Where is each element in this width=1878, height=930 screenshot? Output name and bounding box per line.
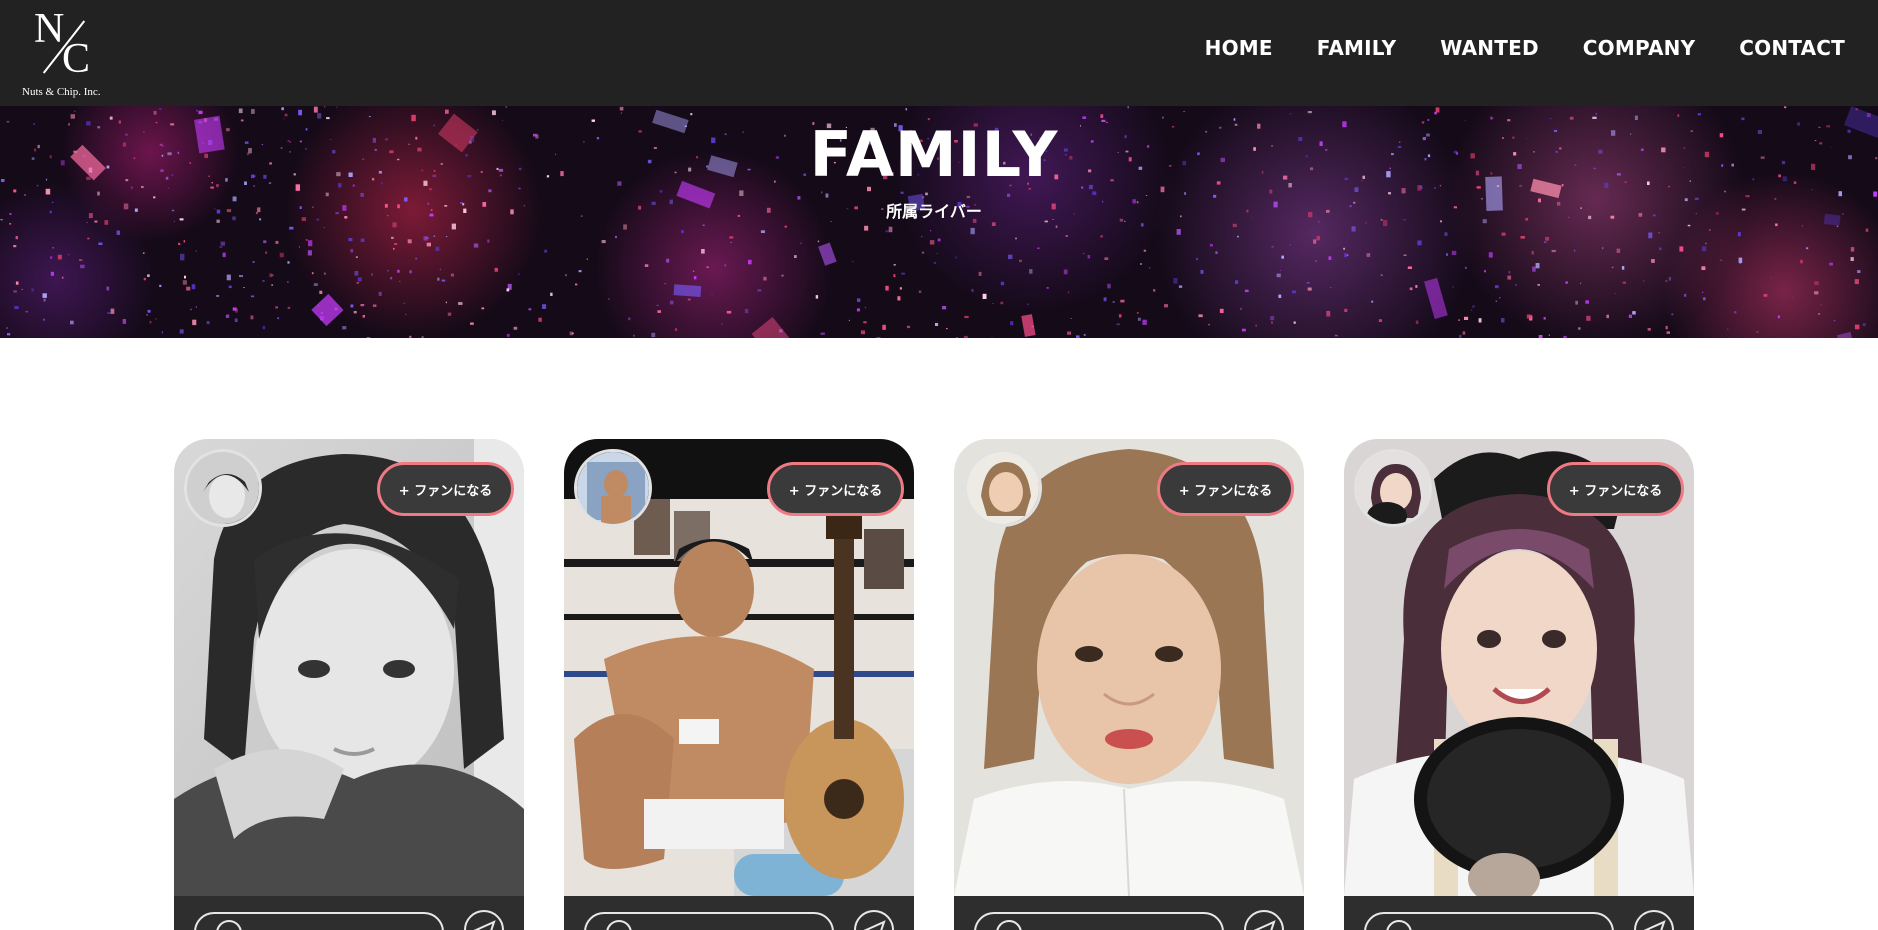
send-icon [1644,920,1666,930]
nav-company[interactable]: COMPANY [1583,36,1696,60]
logo-letter-c: C [62,36,91,82]
liver-card[interactable]: + ファンになる [174,439,524,930]
card-footer [174,896,524,930]
avatar[interactable] [964,449,1042,527]
liver-card[interactable]: + ファンになる [564,439,914,930]
become-fan-button[interactable]: + ファンになる [1157,462,1294,516]
comment-icon [996,920,1022,930]
logo[interactable]: N C Nuts & Chip. Inc. [20,6,106,102]
comment-icon [606,920,632,930]
nav-home[interactable]: HOME [1205,36,1273,60]
send-button[interactable] [1634,910,1674,930]
page-title: FAMILY [809,118,1059,191]
comment-icon [1386,920,1412,930]
become-fan-button[interactable]: + ファンになる [1547,462,1684,516]
liver-card[interactable]: + ファンになる [1344,439,1694,930]
nav-contact[interactable]: CONTACT [1739,36,1845,60]
comment-input[interactable] [584,912,834,930]
nav-wanted[interactable]: WANTED [1440,36,1539,60]
logo-text: Nuts & Chip. Inc. [22,86,101,98]
become-fan-button[interactable]: + ファンになる [377,462,514,516]
avatar[interactable] [184,449,262,527]
become-fan-button[interactable]: + ファンになる [767,462,904,516]
comment-input[interactable] [974,912,1224,930]
logo-letter-n: N [34,6,65,52]
send-button[interactable] [464,910,504,930]
page-subtitle: 所属ライバー [886,202,982,221]
send-button[interactable] [854,910,894,930]
liver-card[interactable]: + ファンになる [954,439,1304,930]
avatar[interactable] [1354,449,1432,527]
nav-family[interactable]: FAMILY [1317,36,1397,60]
comment-icon [216,920,242,930]
hero-banner: FAMILY 所属ライバー [0,106,1878,338]
main-nav: HOME FAMILY WANTED COMPANY CONTACT [1161,36,1845,60]
site-header: N C Nuts & Chip. Inc. HOME FAMILY WANTED… [0,0,1878,106]
comment-input[interactable] [1364,912,1614,930]
comment-input[interactable] [194,912,444,930]
logo-mark-icon: N C [28,6,98,84]
send-icon [474,920,496,930]
send-icon [1254,920,1276,930]
card-footer [1344,896,1694,930]
send-icon [864,920,886,930]
send-button[interactable] [1244,910,1284,930]
card-footer [564,896,914,930]
avatar[interactable] [574,449,652,527]
card-footer [954,896,1304,930]
